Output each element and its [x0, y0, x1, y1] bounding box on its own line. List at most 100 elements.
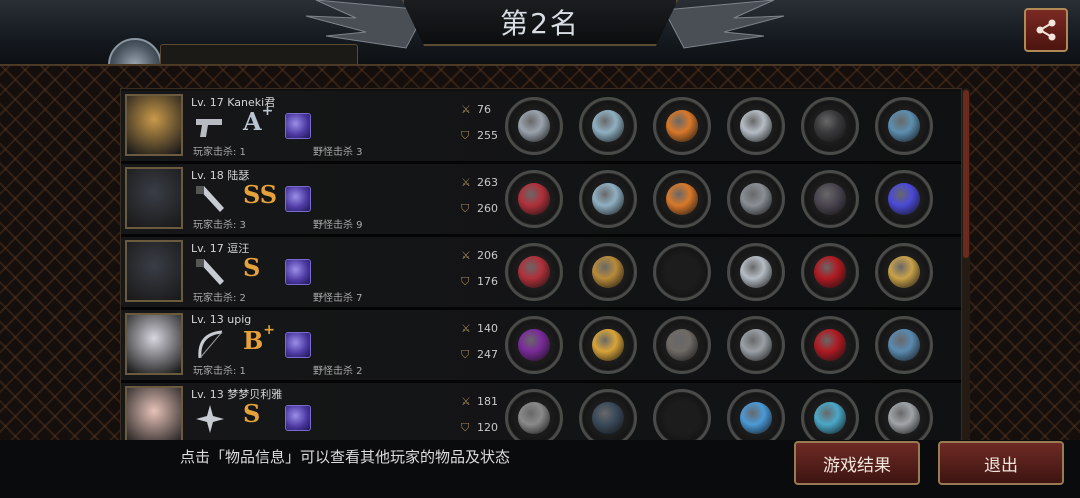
- item-slot[interactable]: [801, 316, 859, 374]
- item-slot[interactable]: [727, 243, 785, 301]
- sword-icon: ⚔: [461, 176, 471, 189]
- defense-value: 260: [477, 202, 498, 215]
- defense-value: 247: [477, 348, 498, 361]
- defense-stat: ⛉ 260: [461, 202, 498, 216]
- player-portrait[interactable]: [125, 313, 183, 375]
- sword-icon: ⚔: [461, 395, 471, 408]
- shield-icon: ⛉: [461, 202, 470, 215]
- player-row[interactable]: Lv. 13 梦梦贝利雅 S ⚔ 181 ⛉ 120: [121, 383, 961, 441]
- item-slot[interactable]: [505, 243, 563, 301]
- item-slot[interactable]: [579, 316, 637, 374]
- monster-kills: 野怪击杀 3: [313, 147, 363, 158]
- item-slot[interactable]: [801, 97, 859, 155]
- player-level-name: Lv. 18 陆瑟: [191, 169, 250, 182]
- steel-helmet-icon: [592, 110, 624, 142]
- bow-icon: [198, 330, 223, 359]
- item-slot[interactable]: [801, 243, 859, 301]
- item-slot[interactable]: [875, 170, 933, 228]
- attack-value: 140: [477, 322, 498, 335]
- empty-slot: [666, 402, 698, 434]
- pistol-icon: [196, 119, 222, 137]
- player-row[interactable]: Lv. 17 Kaneki君 A+ 玩家击杀: 1 野怪击杀 3 ⚔ 76 ⛉ 25…: [121, 91, 961, 164]
- player-row[interactable]: Lv. 18 陆瑟 SS 玩家击杀: 3 野怪击杀 9 ⚔ 263 ⛉ 260: [121, 164, 961, 237]
- crimson-sword-icon: [518, 183, 550, 215]
- buff-icon[interactable]: [285, 332, 311, 358]
- flame-armor-icon: [666, 110, 698, 142]
- rank-title-plate: 第2名: [402, 0, 678, 46]
- item-slot[interactable]: [505, 170, 563, 228]
- player-portrait[interactable]: [125, 386, 183, 441]
- attack-stat: ⚔ 206: [461, 249, 498, 262]
- item-slot[interactable]: [579, 389, 637, 441]
- buff-icon[interactable]: [285, 259, 311, 285]
- red-heels-icon: [814, 256, 846, 288]
- item-slot[interactable]: [579, 243, 637, 301]
- player-portrait[interactable]: [125, 94, 183, 156]
- scrollbar-thumb[interactable]: [963, 90, 969, 258]
- shuriken-icon: [196, 405, 224, 433]
- red-heels-icon: [814, 329, 846, 361]
- defense-stat: ⛉ 247: [461, 348, 498, 362]
- claw-blade-icon: [518, 110, 550, 142]
- player-level-name: Lv. 13 upig: [191, 313, 252, 326]
- item-slot[interactable]: [801, 170, 859, 228]
- hint-text: 点击「物品信息」可以查看其他玩家的物品及状态: [180, 448, 511, 466]
- item-slot[interactable]: [801, 389, 859, 441]
- buff-icon[interactable]: [285, 113, 311, 139]
- dark-helmet-icon: [592, 402, 624, 434]
- defense-stat: ⛉ 255: [461, 129, 498, 143]
- crimson-sword-icon: [518, 256, 550, 288]
- item-slot[interactable]: [505, 389, 563, 441]
- grade-plus: +: [261, 103, 274, 119]
- item-slot[interactable]: [727, 389, 785, 441]
- quiver-icon: [888, 329, 920, 361]
- buff-icon[interactable]: [285, 405, 311, 431]
- item-slot[interactable]: [727, 97, 785, 155]
- share-button[interactable]: [1024, 8, 1068, 52]
- defense-stat: ⛉ 120: [461, 421, 498, 435]
- shield-icon: ⛉: [461, 348, 470, 361]
- item-slot[interactable]: [875, 389, 933, 441]
- item-slot[interactable]: [579, 97, 637, 155]
- item-slot[interactable]: [653, 243, 711, 301]
- item-slot[interactable]: [505, 316, 563, 374]
- attack-stat: ⚔ 140: [461, 322, 498, 335]
- player-portrait[interactable]: [125, 240, 183, 302]
- item-slot[interactable]: [875, 97, 933, 155]
- steel-plate-icon: [888, 402, 920, 434]
- shield-icon: ⛉: [461, 275, 470, 288]
- item-slot[interactable]: [579, 170, 637, 228]
- defense-stat: ⛉ 176: [461, 275, 498, 289]
- item-slot[interactable]: [727, 316, 785, 374]
- player-row[interactable]: Lv. 17 逗汪 S 玩家击杀: 2 野怪击杀 7 ⚔ 206 ⛉ 176: [121, 237, 961, 310]
- wrist-watch-icon: [740, 329, 772, 361]
- grade-plus: +: [263, 322, 276, 338]
- item-slot[interactable]: [653, 389, 711, 441]
- buff-icon[interactable]: [285, 186, 311, 212]
- defense-value: 120: [477, 421, 498, 434]
- item-slot[interactable]: [653, 97, 711, 155]
- item-slot[interactable]: [653, 316, 711, 374]
- player-row[interactable]: Lv. 13 upig B+ 玩家击杀: 1 野怪击杀 2 ⚔ 140 ⛉ 247: [121, 310, 961, 383]
- player-list[interactable]: Lv. 17 Kaneki君 A+ 玩家击杀: 1 野怪击杀 3 ⚔ 76 ⛉ 25…: [120, 88, 962, 442]
- item-slot[interactable]: [875, 316, 933, 374]
- item-slot[interactable]: [653, 170, 711, 228]
- exit-button[interactable]: 退出: [938, 441, 1064, 485]
- stone-armor-icon: [666, 329, 698, 361]
- player-kills: 玩家击杀: 2: [193, 293, 246, 304]
- item-slot[interactable]: [727, 170, 785, 228]
- sword-icon: ⚔: [461, 322, 471, 335]
- item-slot[interactable]: [875, 243, 933, 301]
- grade-letter: B: [243, 326, 264, 355]
- attack-value: 206: [477, 249, 498, 262]
- silver-bracer-icon: [740, 110, 772, 142]
- grade-badge: A+: [243, 103, 273, 136]
- player-portrait[interactable]: [125, 167, 183, 229]
- monster-kills: 野怪击杀 7: [313, 293, 363, 304]
- item-slot[interactable]: [505, 97, 563, 155]
- right-wing-ornament: [664, 0, 785, 49]
- grade-letter: S: [243, 253, 261, 282]
- player-kills: 玩家击杀: 1: [193, 366, 246, 377]
- game-result-button[interactable]: 游戏结果: [794, 441, 920, 485]
- player-kills: 玩家击杀: 1: [193, 147, 246, 158]
